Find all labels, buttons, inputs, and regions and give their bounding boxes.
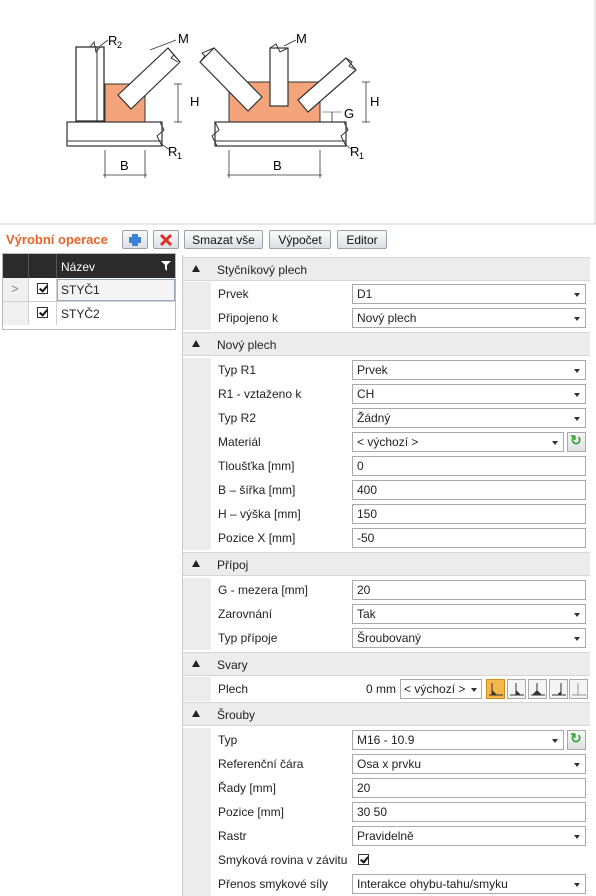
prop-row-position-x: Pozice X [mm] -50 [183, 526, 590, 550]
section-welds[interactable]: Svary [183, 652, 590, 676]
height-input[interactable]: 150 [352, 504, 586, 524]
grid-dropdown[interactable]: Pravidelně [352, 826, 586, 846]
label-r2: R [108, 33, 117, 48]
prop-row-thickness: Tloušťka [mm] 0 [183, 454, 590, 478]
section-new-plate[interactable]: Nový plech [183, 332, 590, 356]
label-g: G [344, 106, 354, 121]
operation-name: STYČ1 [61, 283, 100, 297]
partial-weld-icon[interactable] [549, 679, 568, 699]
prop-row-member: Prvek D1 [183, 282, 590, 306]
section-connection[interactable]: Přípoj [183, 552, 590, 576]
operation-row-styc2[interactable]: STYČ2 [3, 302, 175, 326]
operations-title: Výrobní operace [6, 232, 108, 247]
operations-toolbar: Výrobní operace Smazat vše Výpočet Edito… [0, 227, 596, 253]
shear-transfer-dropdown[interactable]: Interakce ohybu-tahu/smyku [352, 874, 586, 894]
prop-row-shear-transfer: Přenos smykové síly Interakce ohybu-tahu/… [183, 872, 590, 896]
add-operation-button[interactable] [122, 230, 148, 249]
no-weld-icon[interactable] [569, 679, 588, 699]
label-b-right: B [273, 158, 282, 173]
type-r2-dropdown[interactable]: Žádný [352, 408, 586, 428]
weld-size-value[interactable]: 0 mm [366, 682, 396, 696]
section-gusset-plate[interactable]: Styčníkový plech [183, 257, 590, 281]
width-input[interactable]: 400 [352, 480, 586, 500]
alignment-dropdown[interactable]: Tak [352, 604, 586, 624]
label-r1-right: R [350, 144, 359, 159]
prop-row-height: H – výška [mm] 150 [183, 502, 590, 526]
collapse-icon[interactable] [192, 710, 200, 717]
label-b-left: B [120, 158, 129, 173]
prop-row-bolt-type: Typ M16 - 10.9 [183, 728, 590, 752]
label-h-right: H [370, 94, 379, 109]
r1-reference-dropdown[interactable]: CH [352, 384, 586, 404]
property-grid: Styčníkový plech Prvek D1 Připojeno k Nový… [182, 255, 591, 896]
delete-icon [159, 233, 173, 247]
rows-input[interactable]: 20 [352, 778, 586, 798]
name-column-header[interactable]: Název [61, 260, 95, 274]
prop-row-gap: G - mezera [mm] 20 [183, 578, 590, 602]
operation-name: STYČ2 [61, 307, 100, 321]
weld-type-dropdown[interactable]: < výchozí > [400, 679, 482, 699]
refresh-icon[interactable] [567, 432, 586, 452]
operation-row-styc1[interactable]: > STYČ1 [3, 278, 175, 302]
row-selector-icon: > [11, 281, 19, 296]
collapse-icon[interactable] [192, 660, 200, 667]
prop-row-weld-plate: Plech 0 mm < výchozí > [183, 677, 590, 701]
collapse-icon[interactable] [192, 265, 200, 272]
butt-weld-icon[interactable] [528, 679, 547, 699]
position-x-input[interactable]: -50 [352, 528, 586, 548]
prop-row-connection-type: Typ přípoje Šroubovaný [183, 626, 590, 650]
calculate-button[interactable]: Výpočet [269, 230, 331, 249]
clear-all-button[interactable]: Smazat vše [184, 230, 263, 249]
type-r1-dropdown[interactable]: Prvek [352, 360, 586, 380]
shear-in-thread-checkbox[interactable] [358, 854, 369, 865]
refresh-icon[interactable] [567, 730, 586, 750]
prop-row-r1-reference: R1 - vztaženo k CH [183, 382, 590, 406]
operation-checkbox[interactable] [37, 283, 48, 294]
label-r1-left-sub: 1 [177, 151, 182, 161]
material-dropdown[interactable]: < výchozí > [352, 432, 564, 452]
prop-row-type-r1: Typ R1 Prvek [183, 358, 590, 382]
reference-line-dropdown[interactable]: Osa x prvku [352, 754, 586, 774]
editor-button[interactable]: Editor [337, 230, 387, 249]
gusset-plate-sketch: R 2 M H B R 1 M H G B R 1 [0, 0, 596, 225]
label-r1-left: R [168, 144, 177, 159]
connection-diagram: R 2 M H B R 1 M H G B R 1 [0, 0, 596, 225]
connected-to-dropdown[interactable]: Nový plech [352, 308, 586, 328]
prop-row-type-r2: Typ R2 Žádný [183, 406, 590, 430]
prop-row-alignment: Zarovnání Tak [183, 602, 590, 626]
positions-input[interactable]: 30 50 [352, 802, 586, 822]
prop-row-rows: Řady [mm] 20 [183, 776, 590, 800]
prop-row-shear-in-thread: Smyková rovina v závitu [183, 848, 590, 872]
double-fillet-weld-icon[interactable] [507, 679, 526, 699]
operations-list-header: Název [3, 254, 175, 278]
connection-type-dropdown[interactable]: Šroubovaný [352, 628, 586, 648]
label-r1-right-sub: 1 [359, 151, 364, 161]
member-dropdown[interactable]: D1 [352, 284, 586, 304]
prop-row-material: Materiál < výchozí > [183, 430, 590, 454]
collapse-icon[interactable] [192, 340, 200, 347]
delete-operation-button[interactable] [153, 230, 179, 249]
gap-input[interactable]: 20 [352, 580, 586, 600]
fillet-weld-icon[interactable] [486, 679, 505, 699]
prop-row-positions: Pozice [mm] 30 50 [183, 800, 590, 824]
bolt-type-dropdown[interactable]: M16 - 10.9 [352, 730, 564, 750]
thickness-input[interactable]: 0 [352, 456, 586, 476]
operations-list: Název > STYČ1 STYČ2 [2, 253, 176, 330]
prop-row-width: B – šířka [mm] 400 [183, 478, 590, 502]
prop-row-connected-to: Připojeno k Nový plech [183, 306, 590, 330]
label-m-right: M [296, 31, 307, 46]
section-bolts[interactable]: Šrouby [183, 702, 590, 726]
label-h-left: H [190, 94, 199, 109]
prop-row-reference-line: Referenční čára Osa x prvku [183, 752, 590, 776]
collapse-icon[interactable] [192, 560, 200, 567]
label-m-left: M [178, 31, 189, 46]
add-icon [129, 234, 141, 246]
prop-row-grid: Rastr Pravidelně [183, 824, 590, 848]
filter-icon[interactable] [161, 261, 171, 271]
label-r2-sub: 2 [117, 40, 122, 50]
operation-checkbox[interactable] [37, 307, 48, 318]
